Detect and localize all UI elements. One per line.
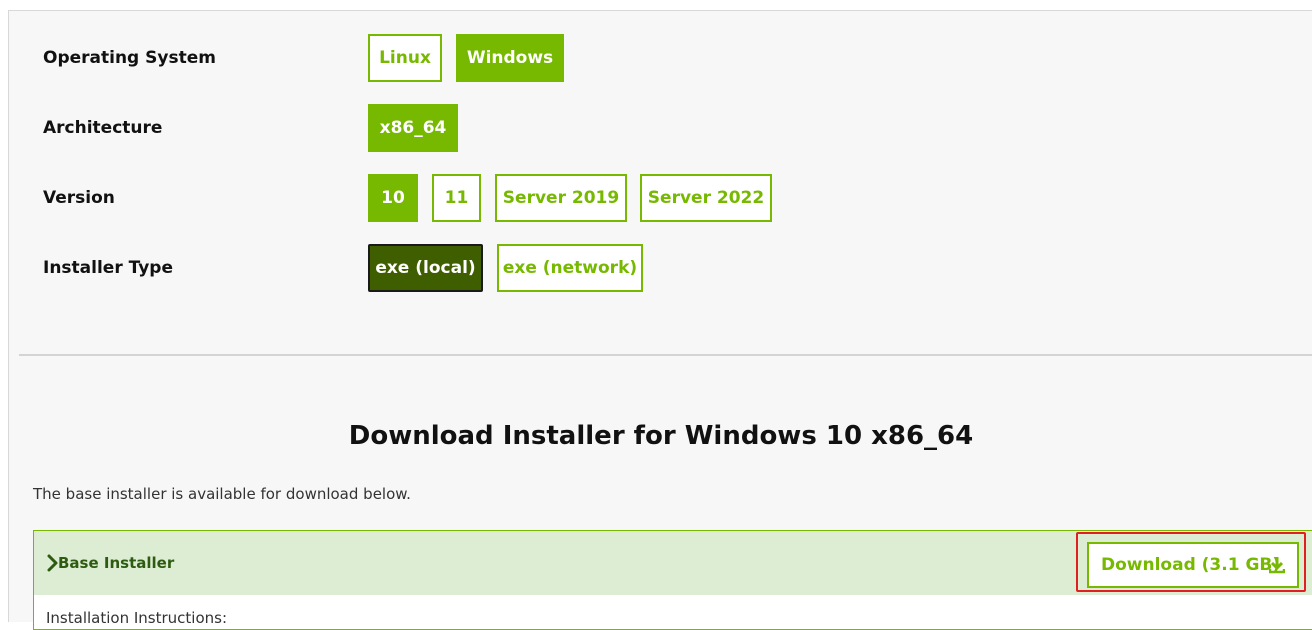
arch-row: Architecture x86_64 [9, 104, 1312, 152]
os-row: Operating System Linux Windows [9, 34, 1312, 82]
version-option-server-2022[interactable]: Server 2022 [640, 174, 772, 222]
version-option-11[interactable]: 11 [432, 174, 481, 222]
installer-type-option-exe-local[interactable]: exe (local) [368, 244, 483, 292]
download-description: The base installer is available for down… [33, 485, 411, 503]
os-option-linux[interactable]: Linux [368, 34, 442, 82]
os-option-windows[interactable]: Windows [456, 34, 564, 82]
download-icon [1269, 557, 1285, 574]
arch-label: Architecture [43, 118, 163, 138]
base-installer-title: Base Installer [58, 554, 175, 572]
base-installer-header[interactable]: Base Installer Download (3.1 GB) [34, 531, 1312, 595]
installer-type-label: Installer Type [43, 258, 173, 278]
version-option-10[interactable]: 10 [368, 174, 418, 222]
installation-instructions-label: Installation Instructions: [46, 609, 227, 627]
version-option-server-2019[interactable]: Server 2019 [495, 174, 627, 222]
installer-selector-panel: Operating System Linux Windows Architect… [8, 10, 1312, 630]
installer-type-option-exe-network[interactable]: exe (network) [497, 244, 643, 292]
download-highlight: Download (3.1 GB) [1076, 532, 1306, 592]
version-row: Version 10 11 Server 2019 Server 2022 [9, 174, 1312, 222]
section-divider [19, 354, 1312, 356]
installer-type-row: Installer Type exe (local) exe (network) [9, 244, 1312, 292]
os-label: Operating System [43, 48, 216, 68]
arch-option-x86-64[interactable]: x86_64 [368, 104, 458, 152]
download-heading: Download Installer for Windows 10 x86_64 [348, 421, 974, 451]
version-label: Version [43, 188, 115, 208]
download-button[interactable]: Download (3.1 GB) [1087, 542, 1299, 588]
base-installer-panel: Base Installer Download (3.1 GB) Install… [33, 530, 1312, 630]
download-button-label: Download (3.1 GB) [1101, 555, 1281, 575]
